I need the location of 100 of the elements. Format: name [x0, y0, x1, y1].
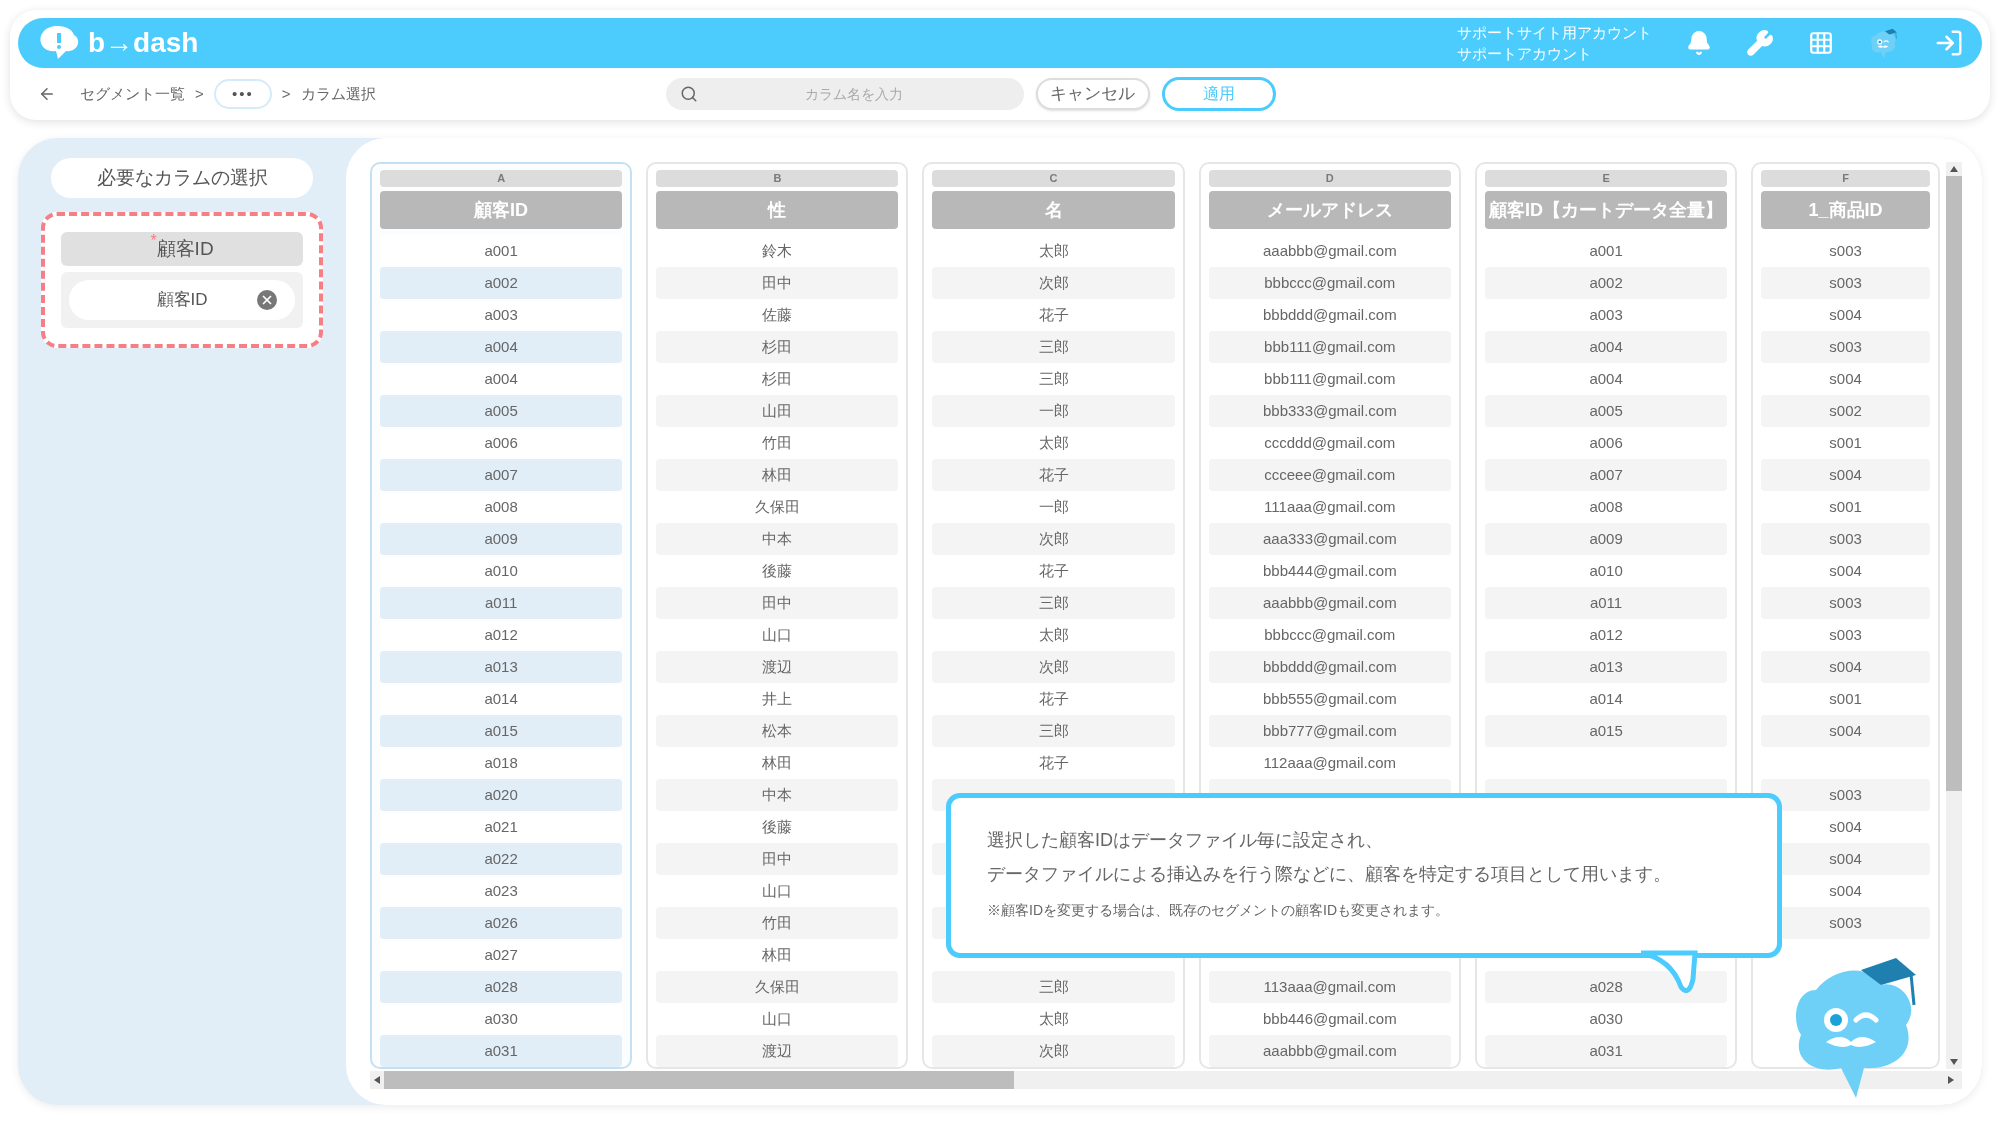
table-cell: a001 — [380, 235, 623, 267]
search-box[interactable]: カラム名を入力 — [665, 78, 1024, 110]
table-cell: a004 — [380, 363, 623, 395]
table-cell: bbb333@gmail.com — [1208, 395, 1451, 427]
table-cell: 三郎 — [932, 971, 1175, 1003]
table-cell: bbb111@gmail.com — [1208, 331, 1451, 363]
table-cell: a010 — [380, 555, 623, 587]
remove-icon[interactable] — [257, 290, 277, 310]
table-cell: 渡辺 — [656, 651, 899, 683]
table-cell: a002 — [380, 267, 623, 299]
table-cell: ccceee@gmail.com — [1208, 459, 1451, 491]
table-cell: bbb777@gmail.com — [1208, 715, 1451, 747]
table-cell: a030 — [380, 1003, 623, 1035]
table-cell: 一郎 — [932, 395, 1175, 427]
horizontal-scrollbar[interactable] — [370, 1071, 1962, 1089]
table-cell: s003 — [1761, 523, 1930, 555]
table-cell: 渡辺 — [656, 1035, 899, 1067]
table-cell: bbbccc@gmail.com — [1208, 267, 1451, 299]
mascot-icon — [1868, 27, 1900, 59]
table-cell: a005 — [380, 395, 623, 427]
table-cell: 杉田 — [656, 331, 899, 363]
table-cell: 次郎 — [932, 651, 1175, 683]
table-cell: 林田 — [656, 459, 899, 491]
table-cell: a003 — [380, 299, 623, 331]
table-cell: a009 — [1484, 523, 1728, 555]
column-letter: B — [656, 170, 899, 188]
table-cell: aaabbb@gmail.com — [1208, 1035, 1451, 1067]
table-cell: s003 — [1761, 331, 1930, 363]
scroll-right-icon[interactable] — [1948, 1076, 1954, 1084]
table-cell: 三郎 — [932, 331, 1175, 363]
table-cell: s003 — [1761, 267, 1930, 299]
logo-text: b→dash — [88, 26, 199, 60]
table-cell: a027 — [380, 939, 623, 971]
breadcrumb-separator: > — [281, 83, 291, 104]
table-cell: 次郎 — [932, 523, 1175, 555]
table-column[interactable]: B 性 鈴木 田中 佐藤 杉田 杉田 山田 竹田 林田 久保田 中本 後藤 田中 山口 渡辺 井上 松本 林田 中本 後藤 田中 山口 竹田 林田 久保田 山口 渡辺 — [646, 162, 909, 1069]
column-letter: A — [380, 170, 623, 188]
table-cell: a020 — [380, 779, 623, 811]
field-label: $^{*}$顧客ID — [61, 232, 303, 266]
table-cell: 久保田 — [656, 971, 899, 1003]
table-cell: s004 — [1761, 715, 1930, 747]
table-cell: a011 — [380, 587, 623, 619]
table-cell: 田中 — [656, 587, 899, 619]
table-cell: 113aaa@gmail.com — [1208, 971, 1451, 1003]
scroll-left-icon[interactable] — [374, 1076, 380, 1084]
breadcrumb-separator: > — [195, 83, 204, 104]
table-cell: 田中 — [656, 267, 899, 299]
table-cell: s004 — [1761, 651, 1930, 683]
table-column[interactable]: A 顧客ID a001 a002 a003 a004 a004 a005 a006 a007 a008 a009 a010 a011 a012 a013 a014 a015 a018 a020 a021 a022 a023 a026 a027 a028 a030 a031 — [370, 162, 633, 1069]
search-icon — [679, 85, 698, 103]
table-cell: 三郎 — [932, 587, 1175, 619]
table-cell: a007 — [1484, 459, 1728, 491]
table-cell: aaabbb@gmail.com — [1208, 587, 1451, 619]
table-cell: s004 — [1761, 459, 1930, 491]
table-cell: a005 — [1484, 395, 1728, 427]
search-field[interactable]: カラム名を入力 — [697, 83, 1010, 105]
table-cell: 田中 — [656, 843, 899, 875]
breadcrumb-current: カラム選択 — [300, 83, 376, 104]
breadcrumb-more-button[interactable]: ••• — [213, 79, 272, 109]
table-cell: a021 — [380, 811, 623, 843]
scroll-up-icon[interactable] — [1950, 166, 1958, 172]
table-cell: a013 — [1484, 651, 1728, 683]
table-cell: a013 — [380, 651, 623, 683]
selected-column-chip: 顧客ID — [69, 280, 295, 320]
table-cell: a012 — [380, 619, 623, 651]
scroll-down-icon[interactable] — [1950, 1059, 1958, 1065]
table-cell: 次郎 — [932, 267, 1175, 299]
table-cell: a018 — [380, 747, 623, 779]
table-cell: 三郎 — [932, 715, 1175, 747]
table-cell: bbbddd@gmail.com — [1208, 651, 1451, 683]
account-name: サポートサイト用アカウント — [1457, 23, 1652, 43]
cancel-button[interactable]: キャンセル — [1035, 78, 1150, 110]
table-cell: a011 — [1484, 587, 1728, 619]
table-cell: s002 — [1761, 395, 1930, 427]
table-cell: a004 — [1484, 331, 1728, 363]
table-cell: a031 — [1484, 1035, 1728, 1067]
breadcrumb-link[interactable]: セグメント一覧 — [80, 82, 185, 106]
table-cell: a009 — [380, 523, 623, 555]
table-cell: a028 — [380, 971, 623, 1003]
table-cell: 花子 — [932, 459, 1175, 491]
table-cell: a008 — [380, 491, 623, 523]
table-cell: a014 — [380, 683, 623, 715]
table-column[interactable]: F 1_商品ID s003 s003 s004 s003 s004 s002 s001 s004 s001 s003 s004 s003 s003 s004 s001 s004 s003 s004 s004 s004 s003 — [1751, 162, 1940, 1069]
table-cell: 中本 — [656, 523, 899, 555]
table-cell: aaa333@gmail.com — [1208, 523, 1451, 555]
account-name: サポートアカウント — [1457, 44, 1593, 64]
table-cell: s003 — [1761, 587, 1930, 619]
table-cell: 山田 — [656, 395, 899, 427]
table-cell: 竹田 — [656, 907, 899, 939]
table-cell: 次郎 — [932, 1035, 1175, 1067]
table-cell: a004 — [380, 331, 623, 363]
table-cell: a023 — [380, 875, 623, 907]
vertical-scrollbar[interactable] — [1946, 162, 1962, 1069]
table-cell: a028 — [1484, 971, 1728, 1003]
table-cell: a031 — [380, 1035, 623, 1067]
sidebar-title: 必要なカラムの選択 — [51, 158, 313, 198]
column-letter: D — [1208, 170, 1451, 188]
back-icon[interactable] — [38, 85, 56, 103]
column-letter: C — [932, 170, 1175, 188]
table-cell: a007 — [380, 459, 623, 491]
